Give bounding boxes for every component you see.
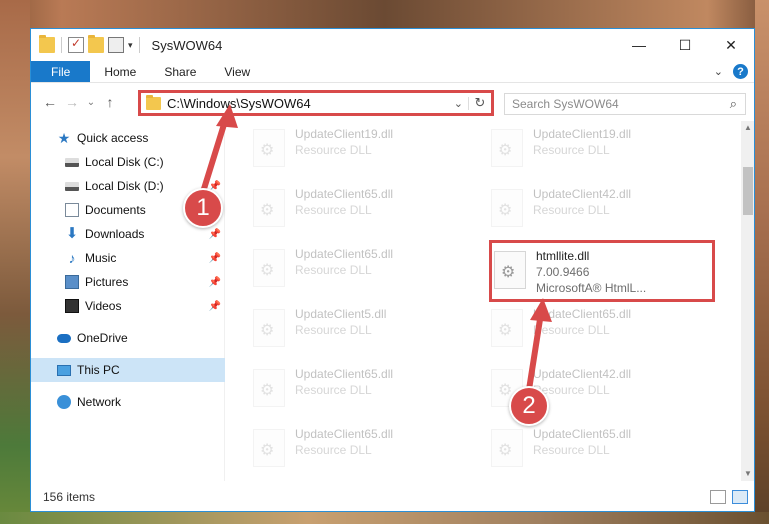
callout-arrow-2 — [525, 298, 552, 399]
callout-arrows — [200, 104, 552, 399]
callout-arrow-1 — [200, 104, 238, 195]
callout-badge-1: 1 — [183, 188, 223, 228]
callout-badge-2: 2 — [509, 386, 549, 426]
